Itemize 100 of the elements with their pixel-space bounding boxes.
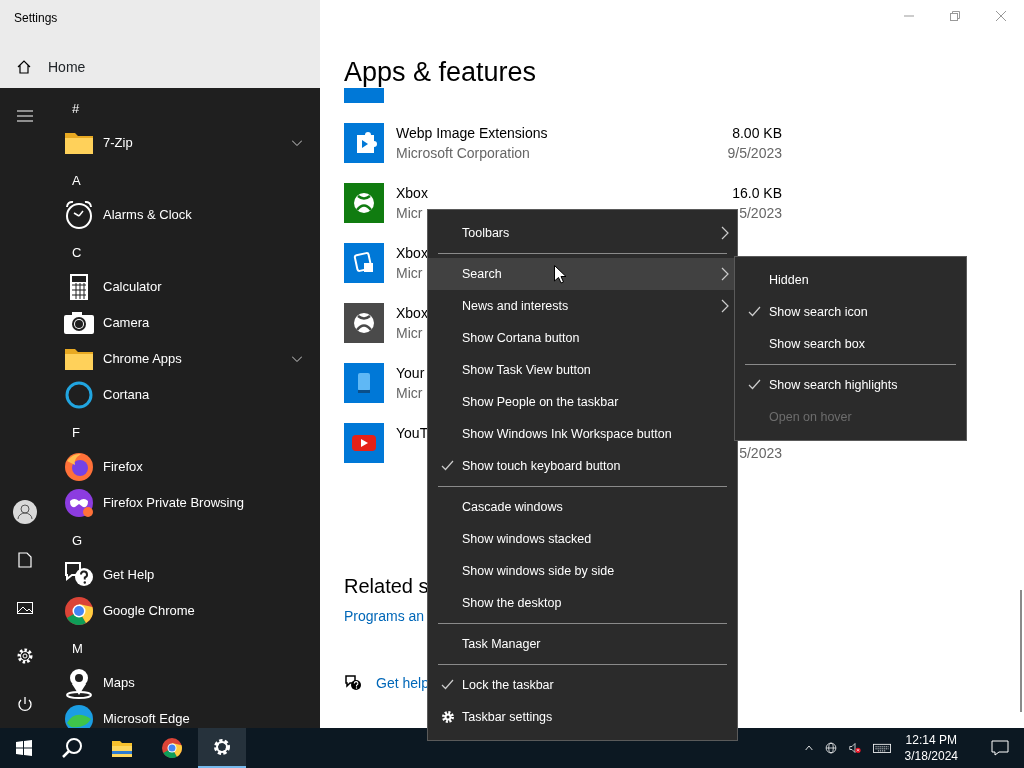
app-name: Xbox xyxy=(396,244,428,263)
menu-item[interactable]: Show touch keyboard button xyxy=(428,450,737,482)
checkmark-icon xyxy=(748,306,761,317)
power-icon xyxy=(17,696,33,712)
app-icon xyxy=(344,423,384,463)
globe-icon xyxy=(824,740,837,756)
picture-icon xyxy=(17,600,33,616)
app-label: Get Help xyxy=(103,566,156,585)
chrome-icon xyxy=(161,737,183,759)
start-menu-item[interactable]: Maps xyxy=(50,665,320,701)
menu-item[interactable]: Show windows stacked xyxy=(428,523,737,555)
app-name: Xbox xyxy=(396,184,428,203)
app-label: Chrome Apps xyxy=(103,350,183,369)
wave-icon xyxy=(63,703,95,728)
window-title: Settings xyxy=(13,10,59,27)
app-label: Google Chrome xyxy=(103,602,196,621)
menu-item[interactable]: Cascade windows xyxy=(428,491,737,523)
app-icon xyxy=(344,363,384,403)
menu-item[interactable]: Task Manager xyxy=(428,628,737,660)
home-nav-item[interactable]: Home xyxy=(0,51,320,83)
menu-item[interactable]: Search xyxy=(428,258,737,290)
app-label: Alarms & Clock xyxy=(103,206,193,225)
app-icon xyxy=(344,123,384,163)
section-letter: # xyxy=(71,100,81,119)
menu-item[interactable]: Show windows side by side xyxy=(428,555,737,587)
chevron-right-icon xyxy=(721,267,729,281)
app-label: Maps xyxy=(103,674,136,693)
speech-bubble-icon xyxy=(991,740,1009,756)
start-menu-item[interactable]: Microsoft Edge xyxy=(50,701,320,728)
app-date: 9/5/2023 xyxy=(727,144,782,163)
app-name: YouT xyxy=(396,424,429,443)
menu-item[interactable]: Show People on the taskbar xyxy=(428,386,737,418)
app-label: Firefox xyxy=(103,458,144,477)
restore-icon xyxy=(950,11,960,21)
start-menu-item[interactable]: Calculator xyxy=(50,269,320,305)
ring-icon xyxy=(63,379,95,411)
map-pin-icon xyxy=(63,667,95,699)
page-heading: Apps & features xyxy=(344,56,538,88)
checkmark-icon xyxy=(441,460,454,471)
fox-globe-icon xyxy=(63,451,95,483)
mask-icon xyxy=(63,487,95,519)
menu-item[interactable]: Show search box xyxy=(735,328,966,360)
document-icon xyxy=(17,552,33,568)
app-name: Xbox xyxy=(396,304,428,323)
start-menu-item[interactable]: Get Help xyxy=(50,557,320,593)
app-date: 5/2023 xyxy=(739,204,782,223)
clock-time: 12:14 PM xyxy=(904,732,958,748)
start-menu-item[interactable]: Alarms & Clock xyxy=(50,197,320,233)
app-icon xyxy=(344,303,384,343)
menu-item[interactable]: Show Windows Ink Workspace button xyxy=(428,418,737,450)
section-letter: M xyxy=(71,640,84,659)
menu-item[interactable]: Lock the taskbar xyxy=(428,669,737,701)
app-label: 7-Zip xyxy=(103,134,134,153)
app-label: Cortana xyxy=(103,386,151,405)
menu-item[interactable]: Show Task View button xyxy=(428,354,737,386)
menu-item[interactable]: Taskbar settings xyxy=(428,701,737,733)
gear-icon xyxy=(211,736,233,758)
start-menu-item[interactable]: Google Chrome xyxy=(50,593,320,629)
start-menu-item[interactable]: Firefox Private Browsing xyxy=(50,485,320,521)
app-icon xyxy=(344,183,384,223)
app-size: 8.00 KB xyxy=(732,124,782,143)
section-letter: F xyxy=(71,424,81,443)
app-label: Calculator xyxy=(103,278,163,297)
app-name: Your xyxy=(396,364,425,383)
app-size: 16.0 KB xyxy=(732,184,782,203)
menu-item[interactable]: Show Cortana button xyxy=(428,322,737,354)
clock-icon xyxy=(63,199,95,231)
section-letter: C xyxy=(71,244,83,263)
scrollbar-thumb[interactable] xyxy=(1020,590,1022,712)
taskbar-app-button[interactable] xyxy=(198,728,246,768)
menu-item[interactable]: Show search highlights xyxy=(735,369,966,401)
app-name: Webp Image Extensions xyxy=(396,124,548,143)
menu-item[interactable]: Show the desktop xyxy=(428,587,737,619)
chat-help-icon xyxy=(344,674,362,692)
app-date: 5/2023 xyxy=(739,444,782,463)
menu-item[interactable]: News and interests xyxy=(428,290,737,322)
app-label: Firefox Private Browsing xyxy=(103,494,245,513)
chevron-right-icon xyxy=(721,226,729,240)
app-publisher: Micr xyxy=(396,204,423,223)
app-publisher: Microsoft Corporation xyxy=(396,144,530,163)
chrome-icon xyxy=(63,595,95,627)
menu-item[interactable]: Toolbars xyxy=(428,217,737,249)
user-icon xyxy=(12,499,38,525)
checkmark-icon xyxy=(748,379,761,390)
app-label: Microsoft Edge xyxy=(103,710,191,728)
start-menu-item[interactable]: Firefox xyxy=(50,449,320,485)
gear-icon xyxy=(441,710,455,724)
cursor-icon xyxy=(554,265,566,284)
app-publisher: Micr xyxy=(396,384,423,403)
close-icon xyxy=(996,11,1006,21)
chevron-right-icon xyxy=(721,299,729,313)
start-menu-item[interactable]: 7-Zip xyxy=(50,125,320,161)
menu-item[interactable]: Show search icon xyxy=(735,296,966,328)
start-menu-item[interactable]: Camera xyxy=(50,305,320,341)
start-menu-item[interactable]: Cortana xyxy=(50,377,320,413)
menu-icon xyxy=(17,110,33,122)
windows-logo-icon xyxy=(16,740,32,756)
speaker-muted-icon xyxy=(848,740,861,756)
menu-item[interactable]: Hidden xyxy=(735,264,966,296)
start-menu-item[interactable]: Chrome Apps xyxy=(50,341,320,377)
